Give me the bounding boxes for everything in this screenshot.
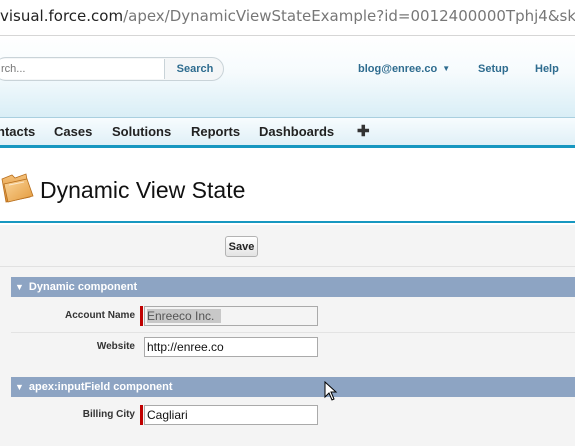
page-block: Save ▼ Dynamic component Account Name Web… bbox=[0, 225, 575, 446]
search-box: Search bbox=[0, 57, 224, 81]
page-title-area: Dynamic View State bbox=[0, 151, 575, 223]
website-input[interactable] bbox=[144, 337, 318, 357]
section-title: Dynamic component bbox=[28, 281, 138, 293]
url-text[interactable]: visual.force.com/apex/DynamicViewStateEx… bbox=[0, 7, 575, 25]
collapse-triangle-icon[interactable]: ▼ bbox=[15, 377, 24, 397]
tab-bar: ntacts Cases Solutions Reports Dashboard… bbox=[0, 117, 575, 148]
address-bar[interactable]: visual.force.com/apex/DynamicViewStateEx… bbox=[0, 0, 575, 36]
tab-contacts[interactable]: ntacts bbox=[0, 124, 35, 139]
tab-solutions[interactable]: Solutions bbox=[112, 124, 171, 139]
caret-down-icon: ▼ bbox=[442, 64, 451, 73]
section-dynamic-component[interactable]: ▼ Dynamic component bbox=[11, 277, 575, 297]
plus-icon[interactable]: ✚ bbox=[357, 122, 370, 140]
section-title: apex:inputField component bbox=[28, 381, 173, 393]
field-row-billing-city: Billing City bbox=[11, 401, 575, 432]
required-indicator bbox=[140, 405, 143, 425]
field-row-account-name: Account Name bbox=[11, 302, 575, 333]
search-button[interactable]: Search bbox=[166, 58, 223, 80]
billing-city-input[interactable] bbox=[144, 405, 318, 425]
browser-window: visual.force.com/apex/DynamicViewStateEx… bbox=[0, 0, 575, 446]
website-label: Website bbox=[96, 341, 135, 352]
tab-cases[interactable]: Cases bbox=[54, 124, 92, 139]
url-host: visual.force.com bbox=[0, 7, 124, 25]
field-row-website: Website bbox=[11, 333, 575, 364]
salesforce-header: Search blog@enree.co ▼ Setup Help bbox=[0, 36, 575, 117]
url-path: /apex/DynamicViewStateExample?id=0012400… bbox=[123, 7, 575, 25]
save-button[interactable]: Save bbox=[225, 236, 258, 257]
section-apex-inputfield-component[interactable]: ▼ apex:inputField component bbox=[11, 377, 575, 397]
user-menu-label: blog@enree.co bbox=[358, 63, 438, 75]
billing-city-label: Billing City bbox=[82, 409, 135, 420]
account-name-input[interactable] bbox=[144, 306, 318, 326]
setup-link[interactable]: Setup bbox=[478, 63, 509, 75]
collapse-triangle-icon[interactable]: ▼ bbox=[15, 277, 24, 297]
page-title: Dynamic View State bbox=[40, 177, 246, 203]
button-row: Save bbox=[0, 225, 575, 267]
folder-icon bbox=[1, 173, 34, 203]
tab-reports[interactable]: Reports bbox=[191, 124, 240, 139]
help-link[interactable]: Help bbox=[535, 63, 559, 75]
user-menu[interactable]: blog@enree.co ▼ bbox=[358, 63, 450, 75]
mouse-cursor-icon bbox=[324, 381, 338, 401]
tab-dashboards[interactable]: Dashboards bbox=[259, 124, 334, 139]
account-name-label: Account Name bbox=[64, 310, 135, 321]
search-input[interactable] bbox=[0, 59, 165, 79]
required-indicator bbox=[140, 306, 143, 326]
